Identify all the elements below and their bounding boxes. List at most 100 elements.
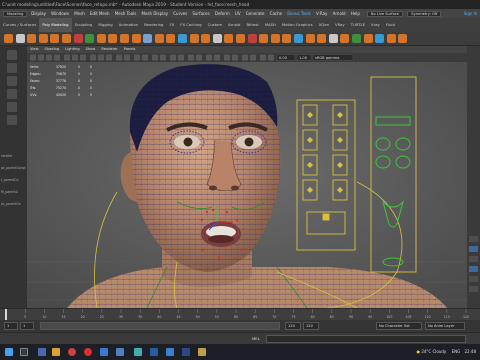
shelf-tool-icon[interactable] xyxy=(15,34,25,43)
shelf-tool-icon[interactable] xyxy=(328,34,338,43)
menu-item-deform[interactable]: Deform xyxy=(212,9,232,18)
shelf-tool-icon[interactable] xyxy=(73,34,83,43)
shelf-tool-icon[interactable] xyxy=(85,34,95,43)
menu-item-mesh-tools[interactable]: Mesh Tools xyxy=(112,9,139,18)
weather-temp[interactable]: 24°C xyxy=(421,349,431,354)
shelf-tool-icon[interactable] xyxy=(38,34,48,43)
shelf-tool-icon[interactable] xyxy=(27,34,37,43)
menu-item-windows[interactable]: Windows xyxy=(49,9,72,18)
shelf-tab-xgen[interactable]: XGen xyxy=(316,18,332,32)
misc-icon[interactable] xyxy=(198,348,206,356)
word-icon[interactable] xyxy=(150,348,158,356)
shelf-tool-icon[interactable] xyxy=(201,34,211,43)
menu-item-help[interactable]: Help xyxy=(348,9,362,18)
shelf-tab-vray[interactable]: Vray xyxy=(368,18,383,32)
shelf-tool-icon[interactable] xyxy=(259,34,269,43)
shelf-tool-icon[interactable] xyxy=(120,34,129,43)
shelf-tool-icon[interactable] xyxy=(143,34,153,43)
shelf-tab-motion-graphics[interactable]: Motion Graphics xyxy=(279,18,316,32)
no-live-surface-button[interactable]: No Live Surface xyxy=(366,11,403,17)
menu-item-mesh-display[interactable]: Mesh Display xyxy=(139,9,171,18)
shelf-tab-fx-caching[interactable]: FX Caching xyxy=(177,18,204,32)
range-start-field[interactable]: 1 xyxy=(4,322,18,330)
symmetry-dropdown[interactable]: Symmetry: Off xyxy=(407,11,442,17)
shelf-tool-icon[interactable] xyxy=(224,34,234,43)
menu-item-curves[interactable]: Curves xyxy=(171,9,190,18)
start-icon[interactable] xyxy=(5,348,13,356)
range-end-field[interactable]: 120 xyxy=(285,322,301,330)
ps-icon[interactable] xyxy=(166,348,174,356)
menu-item-v-ray[interactable]: V-Ray xyxy=(313,9,330,18)
language-indicator[interactable]: ENG xyxy=(452,349,461,354)
menu-item-generate[interactable]: Generate xyxy=(243,9,267,18)
clock[interactable]: 22:48 xyxy=(464,349,476,354)
shelf-tool-icon[interactable] xyxy=(282,34,292,43)
shelf-tab-poly-modeling[interactable]: Poly Modeling xyxy=(39,18,72,32)
menu-item-mesh[interactable]: Mesh xyxy=(72,9,88,18)
shelf-tool-icon[interactable] xyxy=(340,34,350,43)
shelf-tool-icon[interactable] xyxy=(236,34,245,43)
shelf-tab-custom[interactable]: Custom xyxy=(205,18,226,32)
range-end2-field[interactable]: 120 xyxy=(303,322,319,330)
mel-input[interactable] xyxy=(266,335,466,343)
shelf-tool-icon[interactable] xyxy=(317,34,327,43)
outliner-item[interactable]: M_parentC xyxy=(1,190,18,194)
shelf-tab-vray[interactable]: VRay xyxy=(332,18,348,32)
character-set-dropdown[interactable]: No Character Set xyxy=(376,322,422,330)
shelf-tab-fx[interactable]: FX xyxy=(166,18,177,32)
shelf-tool-icon[interactable] xyxy=(363,34,373,43)
shelf-tool-icon[interactable] xyxy=(178,34,187,43)
panel-menu-renderer[interactable]: Renderer xyxy=(98,46,120,53)
outliner-item[interactable]: pt_parentConst xyxy=(1,166,25,170)
menu-item-uv[interactable]: UV xyxy=(232,9,243,18)
shelf-tab-curves-surfaces[interactable]: Curves / Surfaces xyxy=(0,18,39,32)
shelf-tab-animation[interactable]: Animation xyxy=(116,18,141,32)
outliner-item[interactable]: ntroller xyxy=(1,154,13,158)
outliner-item[interactable]: t_parentCo xyxy=(1,178,18,182)
shelf-tool-icon[interactable] xyxy=(96,34,106,43)
shelf-tab-fluid[interactable]: Fluid xyxy=(383,18,398,32)
settings-icon[interactable] xyxy=(182,348,190,356)
menu-item-display[interactable]: Display xyxy=(29,9,49,18)
mode-selector[interactable]: Modeling xyxy=(3,11,28,17)
tool-icon[interactable] xyxy=(7,115,17,125)
tool-icon[interactable] xyxy=(7,102,17,112)
tool-icon[interactable] xyxy=(7,89,17,99)
shelf-tab-bifrost[interactable]: Bifrost xyxy=(243,18,261,32)
menu-item-cache[interactable]: Cache xyxy=(267,9,285,18)
shelf-tool-icon[interactable] xyxy=(212,34,222,43)
shelf-tab-turtle[interactable]: TURTLE xyxy=(348,18,368,32)
opera-icon[interactable] xyxy=(84,348,92,356)
shelf-tool-icon[interactable] xyxy=(398,34,408,43)
shelf-tab-sculpting[interactable]: Sculpting xyxy=(72,18,96,32)
panel-menu-lighting[interactable]: Lighting xyxy=(62,46,83,53)
shelf-tool-icon[interactable] xyxy=(375,34,385,43)
tool-icon[interactable] xyxy=(7,76,17,86)
shelf-tab-arnold[interactable]: Arnold xyxy=(225,18,243,32)
shelf-tool-icon[interactable] xyxy=(4,34,13,43)
chrome-icon[interactable] xyxy=(68,348,76,356)
panel-menu-show[interactable]: Show xyxy=(83,46,99,53)
shelf-tool-icon[interactable] xyxy=(131,34,141,43)
panel-menu-view[interactable]: View xyxy=(27,46,42,53)
tool-icon[interactable] xyxy=(7,63,17,73)
shelf-tool-icon[interactable] xyxy=(50,34,60,43)
shelf-tool-icon[interactable] xyxy=(166,34,176,43)
shelf-tool-icon[interactable] xyxy=(270,34,280,43)
panel-menu-panels[interactable]: Panels xyxy=(121,46,139,53)
shelf-tab-rigging[interactable]: Rigging xyxy=(95,18,115,32)
range-current-field[interactable]: 1 xyxy=(20,322,34,330)
photoshop-icon[interactable] xyxy=(100,348,108,356)
app-icon[interactable] xyxy=(116,348,124,356)
mel-label[interactable]: MEL xyxy=(252,336,260,341)
shelf-tab-rendering[interactable]: Rendering xyxy=(141,18,166,32)
shelf-tool-icon[interactable] xyxy=(386,34,396,43)
shelf-tool-icon[interactable] xyxy=(247,34,257,43)
outliner-item[interactable]: pt_parentCo xyxy=(1,202,21,206)
shelf-tab-mash[interactable]: MASH xyxy=(262,18,279,32)
task-view-icon[interactable] xyxy=(38,348,46,356)
shelf-tool-icon[interactable] xyxy=(108,34,118,43)
range-slider[interactable] xyxy=(40,322,280,330)
panel-menu-shading[interactable]: Shading xyxy=(42,46,63,53)
menu-item-bonus-tools[interactable]: Bonus Tools xyxy=(285,9,314,18)
